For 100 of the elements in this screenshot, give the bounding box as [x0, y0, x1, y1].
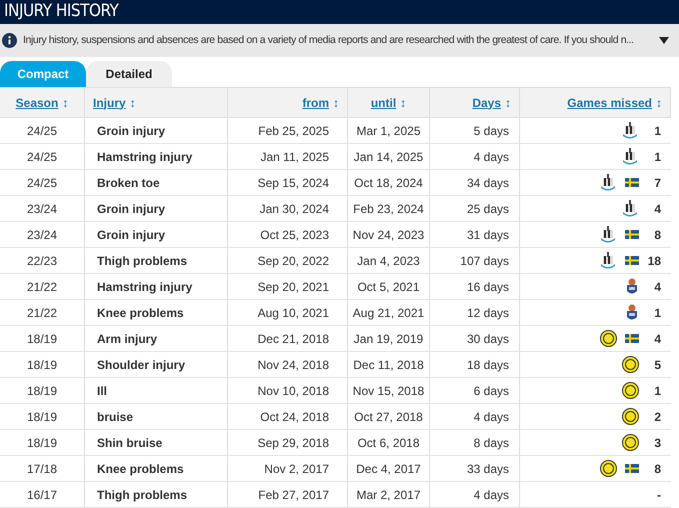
until-cell-text: Dec 11, 2018	[353, 356, 424, 374]
sort-link[interactable]: Season	[16, 94, 58, 112]
from-cell-text: Jan 30, 2024	[260, 200, 329, 218]
days-cell-text: 34 days	[466, 174, 509, 192]
sort-arrow[interactable]: ↕	[656, 94, 662, 112]
days-cell-text: 5 days	[474, 122, 509, 140]
until-cell-text: Dec 4, 2017	[356, 460, 421, 478]
dropdown-caret-icon[interactable]	[659, 37, 669, 44]
days-cell-text: 12 days	[466, 304, 509, 322]
from-cell-text: Nov 10, 2018	[258, 382, 329, 400]
sort-link[interactable]: from	[302, 94, 329, 112]
games-missed-cell-text: 3	[653, 434, 661, 452]
from-cell-text: Feb 27, 2017	[258, 486, 329, 504]
from-cell-text: Sep 15, 2024	[258, 174, 329, 192]
season-cell-text: 18/19	[26, 356, 58, 374]
season-cell-text: 18/19	[26, 408, 58, 426]
games-missed-cell-text: 8	[653, 460, 661, 478]
view-tab[interactable]: Compact	[0, 61, 86, 87]
until-cell-text: Aug 21, 2021	[352, 304, 424, 322]
days-cell-text: 18 days	[466, 356, 509, 374]
games-missed-cell-text: 1	[653, 382, 661, 400]
until-cell-text: Oct 18, 2024	[354, 174, 423, 192]
injury-cell-text: Arm injury	[97, 330, 158, 348]
view-tab[interactable]: Detailed	[86, 61, 172, 87]
until-cell-text: Mar 2, 2017	[356, 486, 421, 504]
injury-cell-text: Groin injury	[97, 122, 166, 140]
injury-cell-text: bruise	[97, 408, 134, 426]
from-cell-text: Nov 24, 2018	[258, 356, 329, 374]
injury-cell-text: Shoulder injury	[97, 356, 186, 374]
sort-link[interactable]: Days	[472, 94, 501, 112]
until-cell-text: Jan 19, 2019	[354, 330, 424, 348]
from-cell-text: Sep 29, 2018	[258, 434, 329, 452]
until-cell-text: Oct 27, 2018	[354, 408, 423, 426]
from-cell-text: Feb 25, 2025	[258, 122, 329, 140]
days-cell-text: 6 days	[474, 382, 509, 400]
season-cell-text: 23/24	[26, 200, 58, 218]
season-cell-text: 16/17	[26, 486, 58, 504]
days-cell-text: 16 days	[466, 278, 509, 296]
games-missed-cell-text: -	[656, 486, 661, 504]
injury-cell-text: Hamstring injury	[97, 278, 192, 296]
season-cell-text: 24/25	[26, 174, 58, 192]
season-cell-text: 22/23	[26, 252, 58, 270]
days-cell-text: 4 days	[474, 408, 509, 426]
days-cell-text: 4 days	[474, 486, 509, 504]
injury-cell-text: Ill	[97, 382, 108, 400]
season-cell-text: 24/25	[26, 122, 58, 140]
games-missed-cell-text: 4	[653, 330, 661, 348]
sort-arrow[interactable]: ↕	[400, 94, 406, 112]
sort-arrow[interactable]: ↕	[505, 94, 511, 112]
injury-cell-text: Broken toe	[97, 174, 160, 192]
season-cell-text: 23/24	[26, 226, 58, 244]
season-cell-text: 24/25	[26, 148, 58, 166]
injury-cell-text: Groin injury	[97, 200, 166, 218]
games-missed-cell-text: 2	[653, 408, 661, 426]
section-title: INJURY HISTORY	[4, 0, 118, 24]
season-cell-text: 21/22	[26, 278, 58, 296]
from-cell-text: Sep 20, 2022	[258, 252, 329, 270]
until-cell-text: Jan 14, 2025	[354, 148, 424, 166]
from-cell-text: Oct 24, 2018	[260, 408, 329, 426]
from-cell-text: Nov 2, 2017	[264, 460, 329, 478]
sort-arrow[interactable]: ↕	[333, 94, 339, 112]
days-cell-text: 31 days	[466, 226, 509, 244]
until-cell-text: Nov 24, 2023	[352, 226, 424, 244]
games-missed-cell-text: 5	[653, 356, 661, 374]
season-cell-text: 18/19	[26, 382, 58, 400]
until-cell-text: Mar 1, 2025	[356, 122, 421, 140]
injury-cell-text: Thigh problems	[97, 486, 187, 504]
days-cell-text: 33 days	[466, 460, 509, 478]
sort-arrow[interactable]: ↕	[130, 94, 136, 112]
season-cell-text: 21/22	[26, 304, 58, 322]
days-cell-text: 8 days	[474, 434, 509, 452]
games-missed-cell-text: 4	[653, 200, 661, 218]
from-cell-text: Oct 25, 2023	[260, 226, 329, 244]
season-cell-text: 17/18	[26, 460, 58, 478]
sort-link[interactable]: until	[370, 94, 396, 112]
days-cell-text: 30 days	[466, 330, 509, 348]
games-missed-cell-text: 7	[653, 174, 661, 192]
games-missed-cell-text: 1	[653, 122, 661, 140]
from-cell-text: Dec 21, 2018	[258, 330, 329, 348]
from-cell-text: Sep 20, 2021	[258, 278, 329, 296]
injury-cell-text: Knee problems	[97, 460, 184, 478]
injury-cell-text: Groin injury	[97, 226, 166, 244]
info-icon	[2, 33, 17, 48]
until-cell-text: Oct 5, 2021	[357, 278, 420, 296]
sort-link[interactable]: Games missed	[567, 94, 652, 112]
injury-cell-text: Knee problems	[97, 304, 184, 322]
days-cell-text: 107 days	[460, 252, 509, 270]
games-missed-cell-text: 18	[647, 252, 661, 270]
until-cell-text: Feb 23, 2024	[353, 200, 424, 218]
injury-cell-text: Thigh problems	[97, 252, 187, 270]
sort-link[interactable]: Injury	[93, 94, 126, 112]
from-cell-text: Aug 10, 2021	[258, 304, 329, 322]
until-cell-text: Nov 15, 2018	[352, 382, 424, 400]
sort-arrow[interactable]: ↕	[62, 94, 68, 112]
games-missed-cell-text: 1	[653, 304, 661, 322]
season-cell-text: 18/19	[26, 434, 58, 452]
from-cell-text: Jan 11, 2025	[260, 148, 329, 166]
season-cell-text: 18/19	[26, 330, 58, 348]
until-cell-text: Oct 6, 2018	[357, 434, 420, 452]
games-missed-cell-text: 8	[653, 226, 661, 244]
